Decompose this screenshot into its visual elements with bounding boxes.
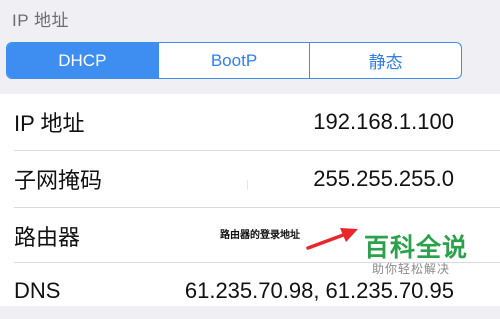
ip-mode-segmented-control: DHCP BootP 静态 (6, 42, 462, 79)
ip-section-header: IP 地址 (12, 11, 69, 30)
watermark-title: 百科全说 (364, 234, 469, 262)
subnet-mask-label: 子网掩码 (14, 168, 103, 193)
subnet-mask-value[interactable]: 255.255.255.0 (313, 166, 454, 192)
watermark-logo: 百科全说 助你轻松解决 (362, 226, 494, 282)
segment-dhcp[interactable]: DHCP (7, 43, 158, 78)
row-subnet-mask[interactable]: 子网掩码 255.255.255.0 (0, 151, 500, 207)
watermark-subtitle: 助你轻松解决 (372, 262, 451, 276)
dns-label: DNS (14, 278, 61, 303)
red-arrow-icon (306, 228, 358, 250)
router-label: 路由器 (14, 225, 81, 250)
annotation-text: 路由器的登录地址 (220, 230, 300, 241)
segment-bootp[interactable]: BootP (157, 43, 310, 78)
faint-mark (247, 180, 248, 190)
row-ip-address[interactable]: IP 地址 192.168.1.100 (0, 94, 500, 150)
segment-static[interactable]: 静态 (309, 43, 461, 78)
ip-address-value[interactable]: 192.168.1.100 (313, 109, 454, 135)
ip-address-label: IP 地址 (14, 111, 85, 136)
